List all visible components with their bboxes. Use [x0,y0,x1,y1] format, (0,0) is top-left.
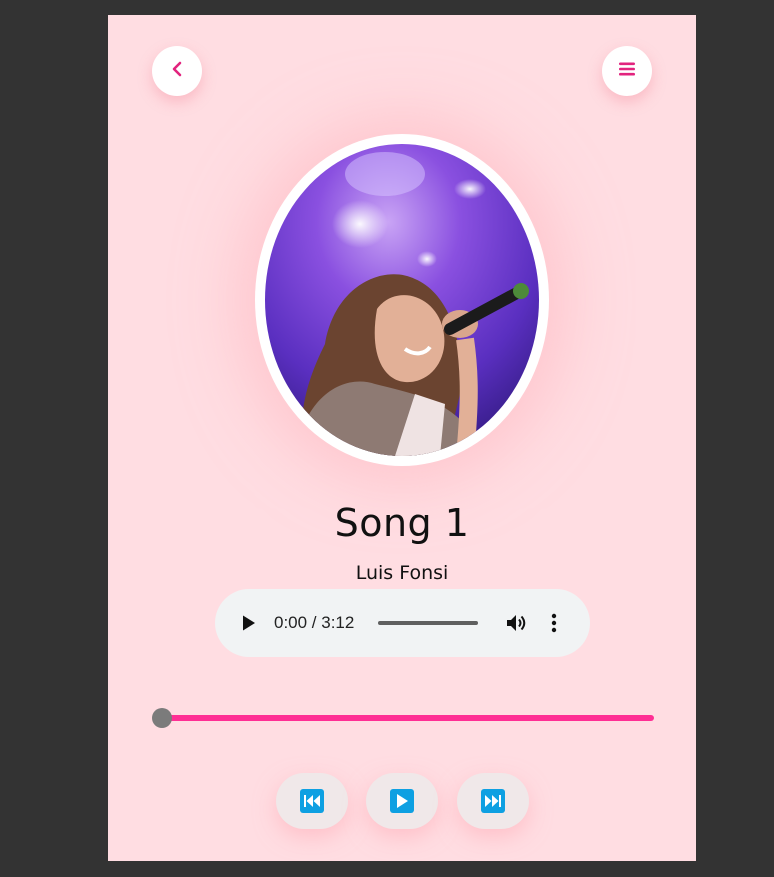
album-art [265,144,539,456]
song-title: Song 1 [334,501,470,545]
more-vertical-icon [551,613,557,633]
album-art-frame [255,134,549,466]
seek-bar[interactable] [156,715,654,721]
hamburger-menu-icon [618,61,636,81]
volume-icon [507,615,526,631]
more-options-button[interactable] [551,613,557,637]
audio-time: 0:00 / 3:12 [274,613,355,632]
menu-button[interactable] [602,46,652,96]
play-icon [243,615,255,631]
audio-progress-track[interactable] [378,621,478,625]
play-icon [390,789,414,813]
player-card: Song 1 Luis Fonsi 0:00 / 3:12 [108,15,696,861]
skip-next-icon [481,789,505,813]
artist-name: Luis Fonsi [355,562,449,584]
skip-previous-icon [300,789,324,813]
chevron-left-icon [170,61,184,81]
audio-player: 0:00 / 3:12 [215,589,590,657]
audio-play-button[interactable] [241,614,257,636]
play-button[interactable] [366,773,438,829]
volume-button[interactable] [506,613,528,637]
previous-button[interactable] [276,773,348,829]
next-button[interactable] [457,773,529,829]
seek-thumb[interactable] [152,708,172,728]
back-button[interactable] [152,46,202,96]
